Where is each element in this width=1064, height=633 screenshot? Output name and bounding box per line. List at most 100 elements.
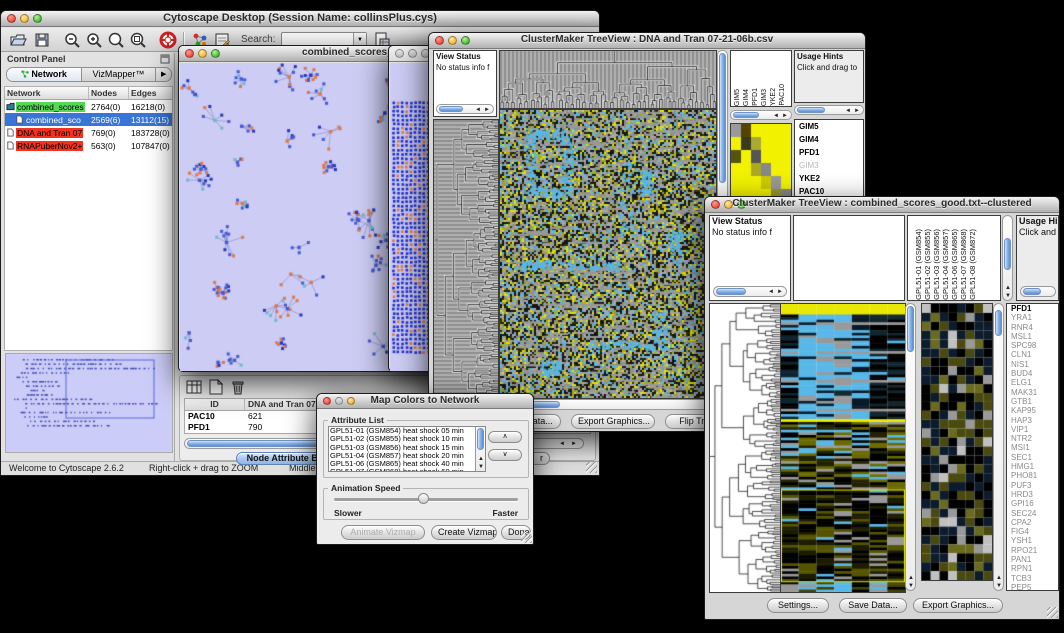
speed-slider-thumb[interactable] [418, 493, 429, 504]
network-name-cell: DNA and Tran 07 [5, 128, 89, 138]
tv2-status-scrollbar[interactable]: ◄► [713, 286, 787, 297]
data-row-id: PAC10 [185, 411, 245, 422]
animation-speed-group: Animation Speed Slower Faster [323, 488, 529, 520]
tab-network[interactable]: Network [7, 68, 82, 81]
minimize-button[interactable] [408, 49, 417, 58]
tv1-column-label: GIM3 [760, 89, 769, 106]
move-up-button[interactable]: ∧ [488, 431, 522, 443]
tab-overflow-arrow[interactable]: ▶ [156, 68, 171, 81]
tv2-gene-label: MAK31 [1009, 388, 1058, 397]
col-edges[interactable]: Edges [129, 87, 172, 99]
tv2-gene-label: PUF3 [1009, 481, 1058, 490]
tv1-heatmap[interactable] [499, 109, 717, 399]
attribute-item[interactable]: GPL51-07 (GSM868) heat shock 60 min [330, 468, 474, 472]
tv2-view-status-panel: View Status No status info f ◄► [709, 215, 791, 301]
tv1-view-status-text: No status info f [434, 62, 496, 73]
tv2-usage-hints-panel: Usage Hints Click and [1016, 215, 1059, 301]
tv2-gene-label: FIG4 [1009, 527, 1058, 536]
tv2-heatmap[interactable] [780, 303, 906, 593]
network-name: combined_sco [25, 115, 82, 125]
attribute-list-group: Attribute List GPL51-01 (GSM854) heat sh… [323, 420, 529, 478]
save-icon[interactable] [33, 31, 51, 49]
map-colors-dialog: Map Colors to Network Attribute List GPL… [316, 393, 534, 545]
tv2-row-dendrogram[interactable] [709, 303, 781, 593]
tv1-column-label: PAC10 [778, 84, 787, 106]
tv1-column-label: PFD1 [751, 88, 760, 106]
network-row[interactable]: RNAPuberNov2+563(0)107847(0) [5, 139, 172, 152]
tv2-resize-grip[interactable] [1047, 607, 1058, 618]
tv2-settings-button[interactable]: Settings... [767, 598, 829, 613]
tv2-gene-label: SPC98 [1009, 341, 1058, 350]
tv1-collabel-scrollbar[interactable]: ◄► [730, 110, 792, 120]
tv2-heatmap-vscrollbar[interactable]: ▲▼ [905, 303, 916, 591]
tv2-gene-label: HMG1 [1009, 462, 1058, 471]
attribute-select-icon[interactable] [186, 379, 202, 395]
tv2-gene-label: RPO21 [1009, 546, 1058, 555]
new-attribute-icon[interactable] [208, 379, 224, 395]
attribute-list-scrollbar[interactable]: ▲▼ [475, 427, 485, 471]
scroll-right-arrow[interactable]: ► [571, 441, 577, 447]
tv2-gene-label: RPN1 [1009, 564, 1058, 573]
create-vizmap-button[interactable]: Create Vizmap [431, 525, 497, 540]
tv1-export-graphics-button[interactable]: Export Graphics... [571, 414, 655, 429]
network-edges: 16218(0) [129, 102, 172, 112]
float-panel-icon[interactable] [160, 54, 170, 64]
zoom-selected-icon[interactable] [129, 31, 147, 49]
tv2-column-labels-panel: GPL51-01 (GSM854)GPL51-02 (GSM855)GPL51-… [907, 215, 1001, 301]
network-name: DNA and Tran 07 [16, 128, 83, 138]
treeview2-titlebar[interactable]: ClusterMaker TreeView : combined_scores_… [705, 197, 1059, 213]
tv1-usage-hints-title: Usage Hints [795, 51, 863, 62]
dp-col-id[interactable]: ID [185, 399, 245, 410]
main-resize-grip[interactable] [586, 462, 597, 473]
attribute-list-label: Attribute List [328, 415, 387, 425]
tv1-gene-label: GIM3 [797, 159, 863, 172]
tv2-gene-label: YRA1 [1009, 313, 1058, 322]
network-row[interactable]: DNA and Tran 07769(0)183728(0) [5, 126, 172, 139]
tv1-column-label: GIM4 [742, 89, 751, 106]
tab-vizmapper[interactable]: VizMapper™ [82, 68, 157, 81]
network-name: combined_scores [16, 102, 85, 112]
scroll-left-arrow[interactable]: ◄ [559, 441, 565, 447]
col-nodes[interactable]: Nodes [89, 87, 129, 99]
birdseye-view[interactable] [5, 353, 173, 453]
animation-speed-label: Animation Speed [328, 483, 403, 493]
help-lifering-icon[interactable] [159, 31, 177, 49]
tv1-row-dendrogram[interactable] [433, 119, 499, 399]
tv2-column-dendrogram[interactable] [793, 215, 905, 301]
delete-attribute-icon[interactable] [230, 379, 246, 395]
tv1-column-dendrogram[interactable] [499, 50, 717, 109]
move-down-button[interactable]: ∨ [488, 449, 522, 461]
tv2-export-graphics-button[interactable]: Export Graphics... [913, 598, 1003, 613]
document-icon [6, 128, 15, 137]
network-row[interactable]: combined_scores2764(0)16218(0) [5, 100, 172, 113]
main-titlebar[interactable]: Cytoscape Desktop (Session Name: collins… [1, 11, 599, 27]
dialog-titlebar[interactable]: Map Colors to Network [317, 394, 533, 409]
tv2-gene-label: MSL1 [1009, 332, 1058, 341]
zoom-out-icon[interactable] [63, 31, 81, 49]
tv2-column-label: GPL51-08 (GSM872) [968, 229, 977, 300]
tv1-mini-heatmap[interactable] [730, 123, 792, 203]
tv2-save-data-button[interactable]: Save Data... [839, 598, 907, 613]
dialog-resize-grip[interactable] [521, 532, 532, 543]
attribute-list[interactable]: GPL51-01 (GSM854) heat shock 05 minGPL51… [328, 426, 486, 472]
tv2-usage-hints-title: Usage Hints [1017, 216, 1058, 227]
tv1-usage-hints-text: Click and drag to [795, 62, 863, 73]
tv1-hints-scrollbar[interactable]: ◄► [794, 105, 864, 115]
tv2-global-heatmap[interactable] [921, 303, 993, 581]
zoom-in-icon[interactable] [85, 31, 103, 49]
tv1-status-scrollbar[interactable]: ◄► [436, 104, 494, 114]
network-nodes: 769(0) [89, 128, 129, 138]
tv2-global-vscrollbar[interactable]: ▲▼ [993, 303, 1004, 591]
open-icon[interactable] [9, 31, 27, 49]
tv2-hints-scrollbar[interactable] [1020, 286, 1056, 297]
network-list: Network Nodes Edges combined_scores2764(… [4, 86, 173, 351]
col-network[interactable]: Network [5, 87, 89, 99]
tv2-gene-label: NTR2 [1009, 434, 1058, 443]
network-name-cell: combined_scores [5, 102, 89, 112]
tv2-collabel-vscrollbar[interactable]: ▲▼ [1002, 215, 1013, 301]
animate-vizmap-button[interactable]: Animate Vizmap [341, 525, 425, 540]
close-button[interactable] [395, 49, 404, 58]
network-row[interactable]: combined_sco2569(6)13112(15) [5, 113, 172, 126]
treeview1-titlebar[interactable]: ClusterMaker TreeView : DNA and Tran 07-… [429, 33, 865, 49]
zoom-fit-icon[interactable] [107, 31, 125, 49]
